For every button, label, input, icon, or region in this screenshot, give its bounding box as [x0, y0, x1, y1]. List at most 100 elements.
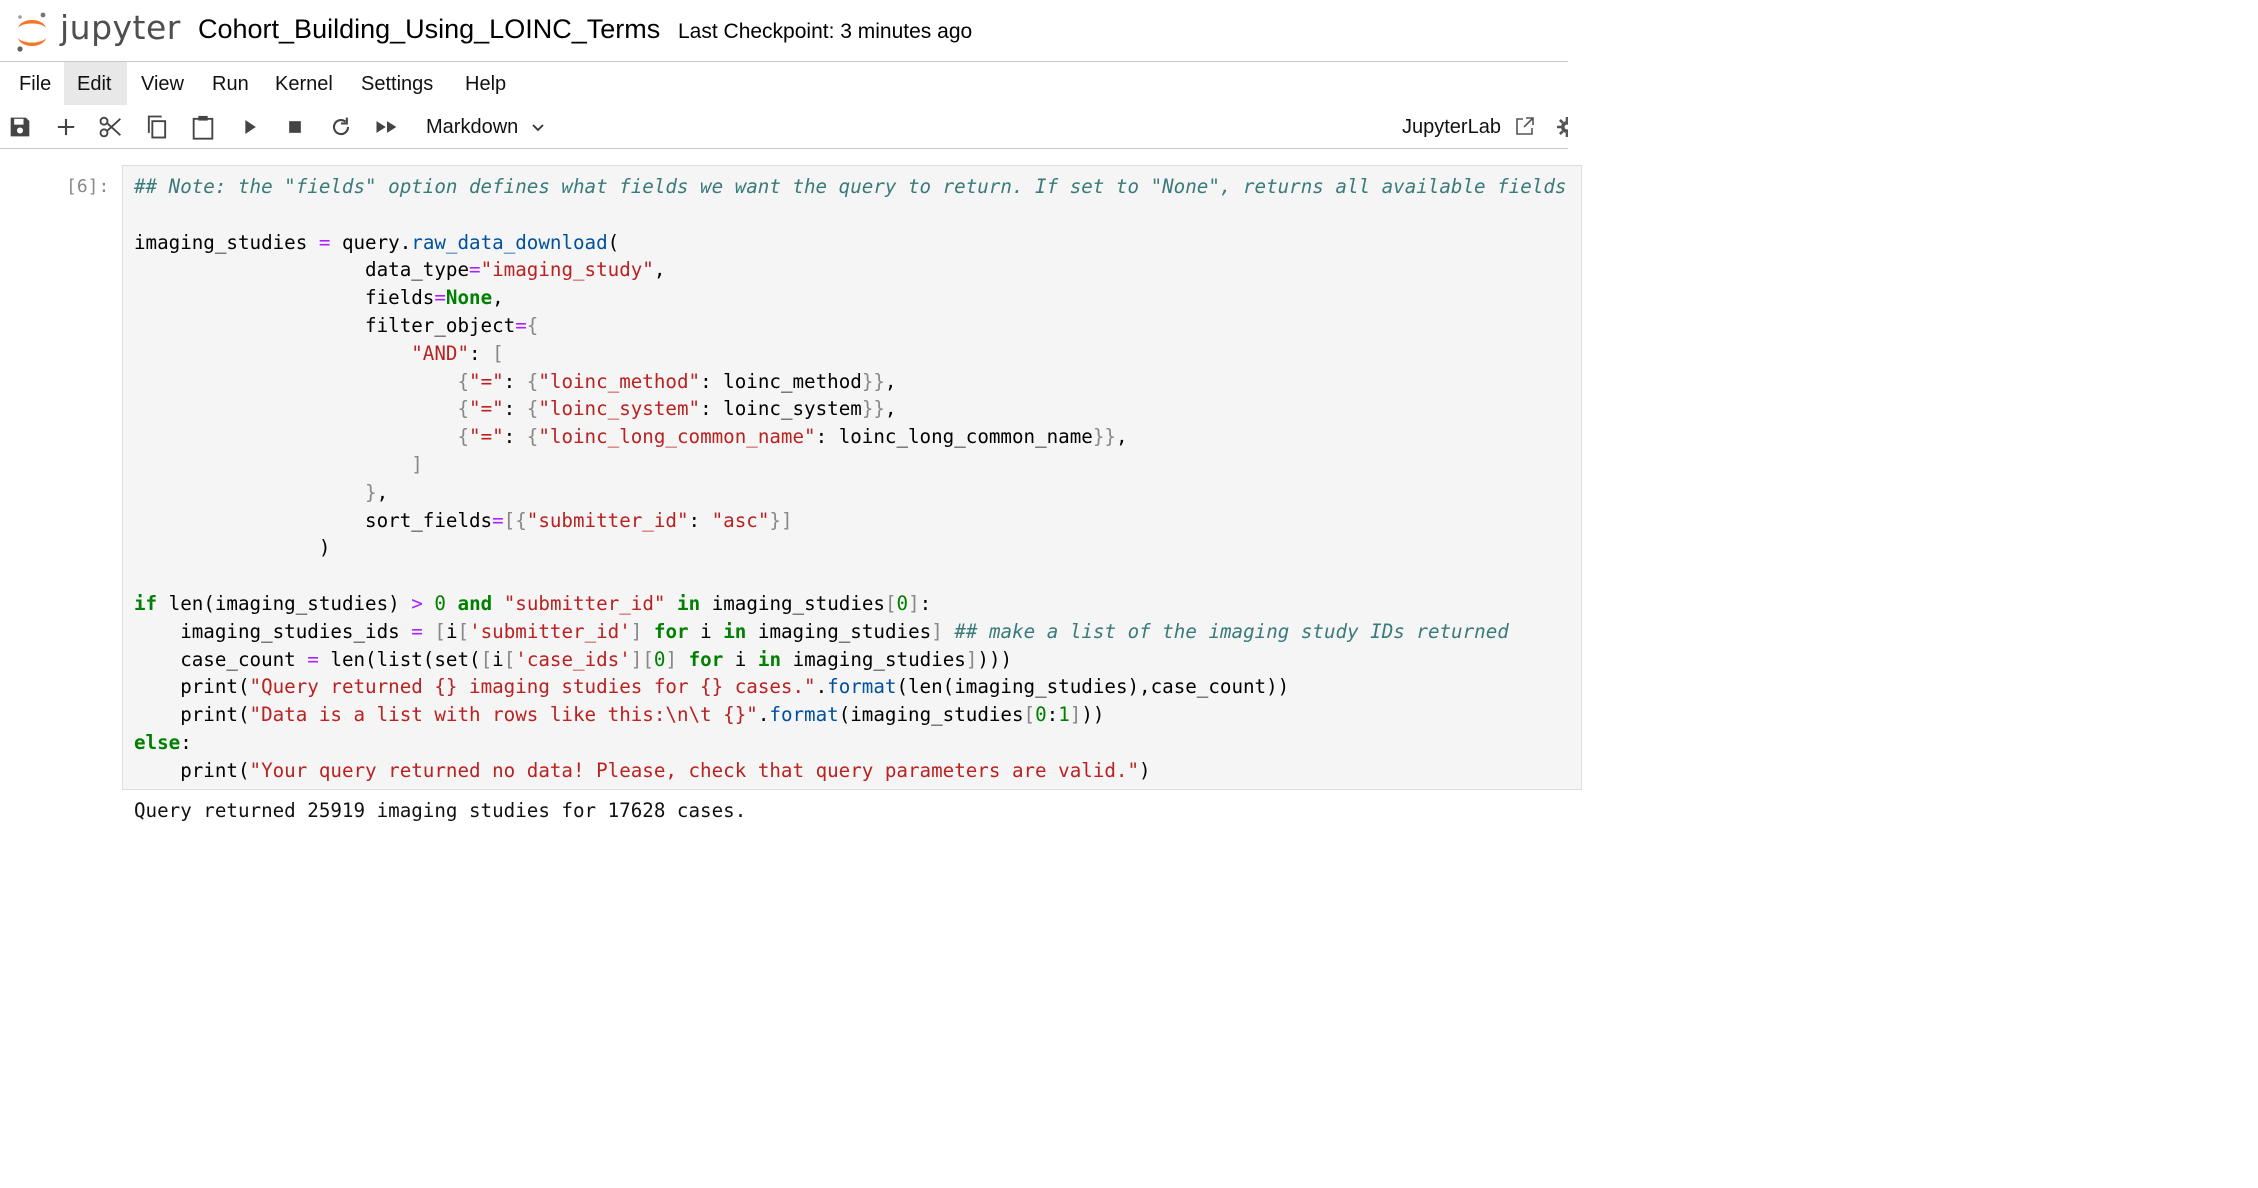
run-icon[interactable] [236, 113, 264, 141]
code-token: }} [861, 369, 885, 393]
external-link-icon[interactable] [1514, 115, 1536, 137]
code-token: : [469, 341, 493, 365]
fast-forward-icon[interactable] [373, 113, 401, 141]
code-token: (imaging_studies [838, 703, 1024, 727]
code-line: print("Query returned {} imaging studies… [134, 675, 1289, 698]
code-token: "=" [469, 397, 504, 421]
code-token: [ [884, 591, 897, 615]
menu-run[interactable]: Run [199, 62, 262, 105]
add-cell-icon[interactable] [52, 113, 80, 141]
code-token: = [318, 230, 331, 254]
code-token: [ [1023, 703, 1036, 727]
code-token: { [526, 397, 539, 421]
code-token: "loinc_method" [538, 369, 701, 393]
code-line: ] [134, 453, 423, 476]
code-line: sort_fields=[{"submitter_id": "asc"}] [134, 508, 793, 532]
open-jupyterlab-link[interactable]: JupyterLab [1402, 105, 1501, 148]
code-token: fields [134, 286, 435, 310]
code-token: for [688, 647, 724, 671]
cut-icon[interactable] [97, 113, 125, 141]
notebook-header: jupyter Cohort_Building_Using_LOINC_Term… [0, 0, 1568, 60]
copy-icon[interactable] [143, 113, 171, 141]
code-token: , [884, 397, 897, 421]
settings-gear-icon[interactable] [1556, 116, 1568, 138]
code-token: { [457, 397, 470, 421]
code-token: "imaging_study" [480, 258, 654, 282]
chevron-down-icon[interactable] [530, 119, 546, 135]
code-line: else: [134, 731, 192, 754]
menu-settings[interactable]: Settings [348, 62, 446, 105]
code-token: imaging_studies_ids [134, 619, 412, 643]
code-text[interactable]: ## Note: the "fields" option defines wha… [134, 173, 1566, 785]
paste-icon[interactable] [189, 113, 217, 141]
code-line: data_type="imaging_study", [134, 258, 665, 281]
code-line: filter_object={ [134, 314, 538, 337]
notebook-title[interactable]: Cohort_Building_Using_LOINC_Terms [198, 14, 660, 45]
code-token: 1 [1058, 703, 1070, 727]
code-token: 'case_ids' [515, 647, 631, 671]
code-token: , [653, 258, 666, 282]
code-token: ] [630, 619, 643, 643]
code-token: "Query returned {} imaging studies for {… [249, 675, 816, 699]
code-cell-editor[interactable]: ## Note: the "fields" option defines wha… [122, 165, 1582, 790]
code-token: i [445, 619, 458, 643]
code-token: sort_fields [134, 508, 493, 532]
code-token: [ [434, 619, 446, 643]
code-token: ))) [977, 647, 1013, 671]
save-icon[interactable] [6, 113, 34, 141]
code-token: None [445, 286, 493, 310]
jupyter-logo-text: jupyter [60, 8, 181, 47]
code-token: in [757, 647, 782, 671]
code-line: imaging_studies_ids = [i['submitter_id']… [134, 620, 1509, 643]
code-token: )) [1081, 703, 1105, 727]
menu-edit[interactable]: Edit [64, 62, 127, 105]
code-token: , [492, 286, 504, 310]
cell-type-select[interactable]: Markdown [426, 105, 518, 148]
code-token: [ [503, 647, 516, 671]
code-token: ] [1069, 703, 1082, 727]
code-token: 0 [896, 591, 909, 615]
cell-execution-prompt: [6]: [66, 176, 110, 197]
code-token: ] [931, 619, 943, 643]
code-token: format [769, 703, 839, 727]
code-token: { [457, 369, 470, 393]
code-token: imaging_studies [134, 230, 319, 254]
menu-view[interactable]: View [128, 62, 197, 105]
code-token: case_count [134, 647, 308, 671]
code-token: : [919, 591, 932, 615]
code-token: [{ [503, 508, 527, 532]
code-token: }} [861, 397, 885, 421]
code-line: if len(imaging_studies) > 0 and "submitt… [134, 592, 931, 615]
code-token: }] [769, 508, 793, 532]
code-line: fields=None, [134, 286, 504, 309]
code-token: imaging_studies [781, 647, 966, 671]
code-token: if [134, 591, 158, 615]
code-token: = [515, 313, 527, 337]
menu-file[interactable]: File [6, 62, 64, 105]
code-line: "AND": [ [134, 341, 503, 365]
code-token: filter_object [134, 313, 516, 337]
notebook-toolbar: Markdown JupyterLab [0, 105, 1568, 149]
code-token: , [884, 369, 897, 393]
code-token: 0 [1035, 703, 1047, 727]
jupyter-logo-icon[interactable] [14, 10, 50, 52]
menu-kernel[interactable]: Kernel [262, 62, 346, 105]
code-token: "AND" [411, 341, 470, 365]
restart-icon[interactable] [327, 113, 355, 141]
code-token: print( [134, 703, 250, 727]
code-line: ## Note: the "fields" option defines wha… [134, 175, 1566, 198]
menu-help[interactable]: Help [452, 62, 519, 105]
code-token: = [307, 647, 319, 671]
stop-icon[interactable] [281, 113, 309, 141]
code-token: "=" [469, 425, 504, 449]
code-token: { [526, 425, 539, 449]
last-checkpoint-status: Last Checkpoint: 3 minutes ago [678, 20, 973, 43]
code-token: > [411, 591, 423, 615]
code-token: else [134, 730, 181, 754]
code-token: "Data is a list with rows like this:\n\t… [249, 703, 758, 727]
